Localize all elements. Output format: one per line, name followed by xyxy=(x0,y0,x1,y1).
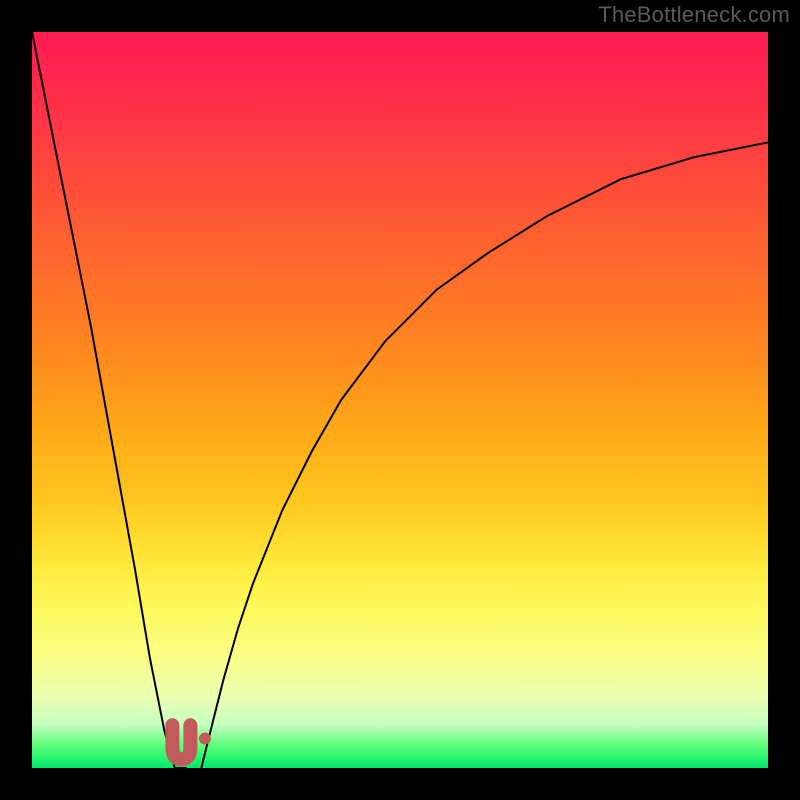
plot-area xyxy=(32,32,768,768)
chart-frame: TheBottleneck.com xyxy=(0,0,800,800)
chart-svg xyxy=(32,32,768,768)
right-curve xyxy=(201,142,768,768)
marker-dot xyxy=(199,733,211,745)
watermark-text: TheBottleneck.com xyxy=(598,2,790,28)
optimal-u-marker xyxy=(172,725,190,759)
left-curve xyxy=(32,32,187,768)
